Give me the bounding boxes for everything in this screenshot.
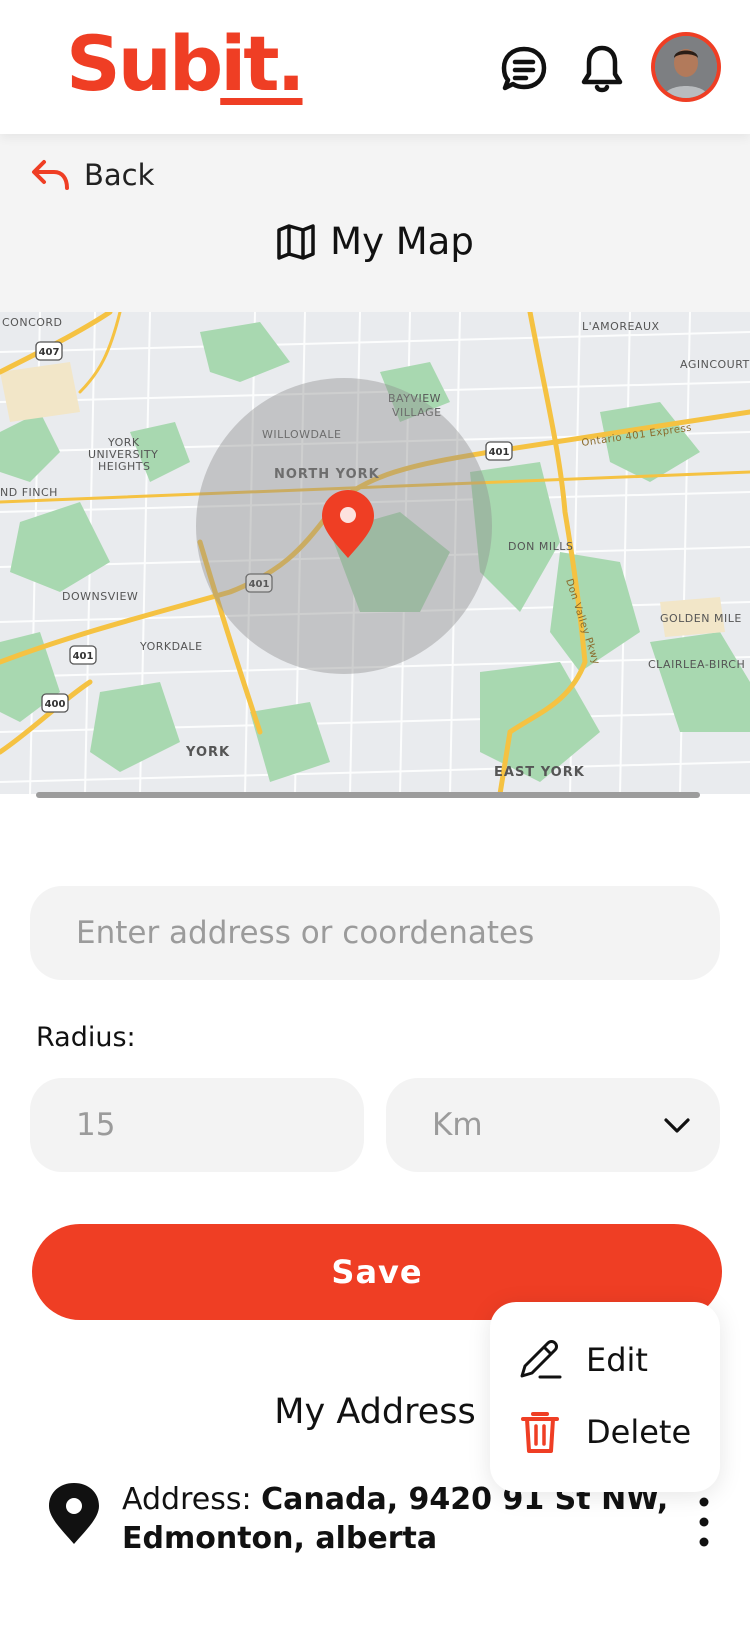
page-title-text: My Map (330, 220, 474, 263)
map-label-downsview: DOWNSVIEW (62, 590, 138, 603)
back-arrow-icon (32, 160, 69, 190)
trash-icon (521, 1412, 559, 1453)
user-avatar[interactable] (651, 32, 721, 102)
kebab-menu-icon[interactable] (689, 1492, 719, 1552)
chat-bubble-icon[interactable] (500, 44, 548, 94)
delete-label: Delete (586, 1413, 692, 1451)
app-logo[interactable]: Subit. (66, 26, 306, 102)
map-label-clairlea: CLAIRLEA-BIRCH (648, 658, 745, 671)
map-label-lamoreaux: L'AMOREAUX (582, 320, 660, 333)
radius-input[interactable]: 15 (30, 1078, 364, 1172)
map-label-don-mills: DON MILLS (508, 540, 573, 553)
page-title: My Map (0, 220, 750, 263)
edit-menu-item[interactable]: Edit (516, 1336, 648, 1384)
unit-select[interactable]: Km (386, 1078, 720, 1172)
map-label-finch: ND FINCH (0, 486, 58, 499)
address-list-item: Address: Canada, 9420 91 St NW, Edmonton… (44, 1480, 724, 1570)
map-label-hw400: 400 (45, 699, 66, 710)
map-label-heights: HEIGHTS (98, 460, 150, 473)
address-prefix: Address: (122, 1482, 262, 1517)
map-label-golden-mile: GOLDEN MILE (660, 612, 742, 625)
radius-label: Radius: (36, 1022, 136, 1053)
map-label-east-york: EAST YORK (494, 765, 585, 780)
map-icon (277, 223, 315, 260)
back-button[interactable]: Back (30, 158, 154, 192)
chevron-down-icon (664, 1118, 690, 1133)
address-context-menu: Edit Delete (490, 1302, 720, 1492)
address-pin-icon (49, 1483, 99, 1544)
pencil-icon (520, 1340, 562, 1379)
back-label: Back (84, 158, 155, 192)
map-view[interactable]: 407 401 401 401 400 CONCORD L'AMOREAUX A… (0, 312, 750, 794)
map-label-yorkdale: YORKDALE (139, 640, 203, 653)
map-label-hw401c: 401 (73, 651, 94, 662)
map-label-hw407: 407 (39, 347, 60, 358)
address-input[interactable]: Enter address or coordenates (30, 886, 720, 980)
delete-menu-item[interactable]: Delete (516, 1408, 691, 1456)
bell-icon[interactable] (578, 44, 626, 94)
subheader: Back My Map (0, 134, 750, 312)
app-header: Subit. (0, 0, 750, 134)
map-label-agincourt: AGINCOURT (680, 358, 750, 371)
edit-label: Edit (586, 1341, 648, 1379)
map-label-york-south: YORK (185, 745, 230, 760)
map-label-concord: CONCORD (2, 316, 63, 329)
unit-select-value: Km (432, 1107, 483, 1143)
map-scrollbar[interactable] (36, 792, 700, 798)
map-label-hw401a: 401 (489, 447, 510, 458)
